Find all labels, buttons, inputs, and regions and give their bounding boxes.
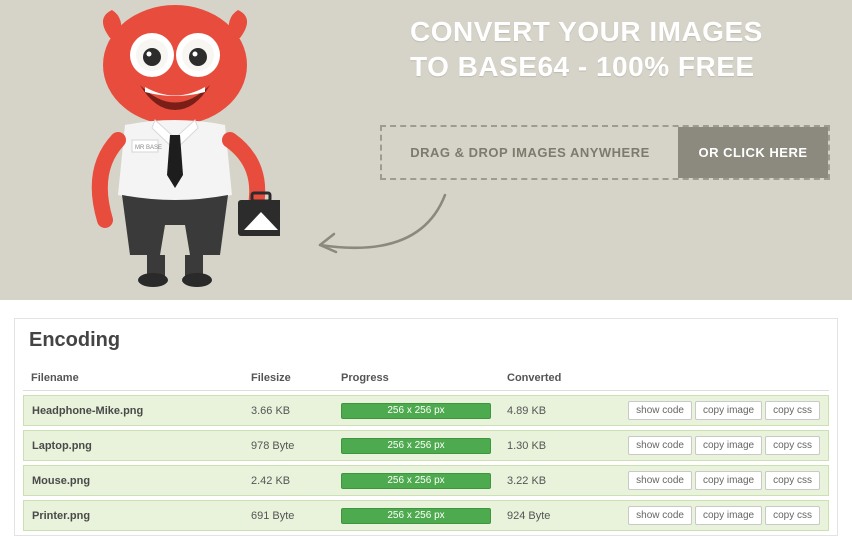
cell-filename: Mouse.png bbox=[23, 465, 243, 496]
show-code-button[interactable]: show code bbox=[628, 401, 692, 420]
copy-css-button[interactable]: copy css bbox=[765, 436, 820, 455]
dropzone-label: DRAG & DROP IMAGES ANYWHERE bbox=[382, 127, 678, 178]
dropzone[interactable]: DRAG & DROP IMAGES ANYWHERE OR CLICK HER… bbox=[380, 125, 830, 180]
panel-title: Encoding bbox=[15, 319, 837, 364]
copy-css-button[interactable]: copy css bbox=[765, 471, 820, 490]
header-filesize: Filesize bbox=[243, 368, 333, 391]
cell-filesize: 691 Byte bbox=[243, 500, 333, 531]
copy-image-button[interactable]: copy image bbox=[695, 401, 762, 420]
cell-progress: 256 x 256 px bbox=[333, 465, 499, 496]
cell-converted: 4.89 KB bbox=[499, 395, 599, 426]
copy-image-button[interactable]: copy image bbox=[695, 506, 762, 525]
table-header-row: Filename Filesize Progress Converted bbox=[23, 368, 829, 391]
show-code-button[interactable]: show code bbox=[628, 471, 692, 490]
encoding-table: Filename Filesize Progress Converted Hea… bbox=[23, 364, 829, 535]
show-code-button[interactable]: show code bbox=[628, 506, 692, 525]
cell-filename: Printer.png bbox=[23, 500, 243, 531]
cell-actions: show codecopy imagecopy css bbox=[599, 395, 829, 426]
mascot-illustration: MR BASE bbox=[70, 0, 280, 290]
hero-section: MR BASE CONVERT YOUR IMAGES TO BASE64 - … bbox=[0, 0, 852, 300]
show-code-button[interactable]: show code bbox=[628, 436, 692, 455]
cell-progress: 256 x 256 px bbox=[333, 395, 499, 426]
header-actions bbox=[599, 368, 829, 391]
cell-filesize: 978 Byte bbox=[243, 430, 333, 461]
cell-progress: 256 x 256 px bbox=[333, 500, 499, 531]
arrow-doodle-icon bbox=[300, 190, 450, 270]
cell-filesize: 3.66 KB bbox=[243, 395, 333, 426]
cell-actions: show codecopy imagecopy css bbox=[599, 465, 829, 496]
progress-bar: 256 x 256 px bbox=[341, 473, 491, 489]
dropzone-click-button[interactable]: OR CLICK HERE bbox=[678, 127, 828, 178]
progress-bar: 256 x 256 px bbox=[341, 508, 491, 524]
header-converted: Converted bbox=[499, 368, 599, 391]
table-row: Printer.png691 Byte256 x 256 px924 Bytes… bbox=[23, 500, 829, 531]
cell-converted: 1.30 KB bbox=[499, 430, 599, 461]
mascot-badge-text: MR BASE bbox=[135, 145, 162, 151]
cell-filename: Headphone-Mike.png bbox=[23, 395, 243, 426]
progress-bar: 256 x 256 px bbox=[341, 438, 491, 454]
header-filename: Filename bbox=[23, 368, 243, 391]
progress-bar: 256 x 256 px bbox=[341, 403, 491, 419]
table-row: Laptop.png978 Byte256 x 256 px1.30 KBsho… bbox=[23, 430, 829, 461]
encoding-panel: Encoding Filename Filesize Progress Conv… bbox=[14, 318, 838, 536]
headline-line2: TO BASE64 - 100% FREE bbox=[410, 49, 763, 84]
cell-converted: 924 Byte bbox=[499, 500, 599, 531]
table-row: Mouse.png2.42 KB256 x 256 px3.22 KBshow … bbox=[23, 465, 829, 496]
copy-image-button[interactable]: copy image bbox=[695, 471, 762, 490]
cell-converted: 3.22 KB bbox=[499, 465, 599, 496]
cell-filesize: 2.42 KB bbox=[243, 465, 333, 496]
cell-actions: show codecopy imagecopy css bbox=[599, 430, 829, 461]
cell-progress: 256 x 256 px bbox=[333, 430, 499, 461]
copy-image-button[interactable]: copy image bbox=[695, 436, 762, 455]
hero-headline: CONVERT YOUR IMAGES TO BASE64 - 100% FRE… bbox=[410, 14, 763, 84]
cell-actions: show codecopy imagecopy css bbox=[599, 500, 829, 531]
headline-line1: CONVERT YOUR IMAGES bbox=[410, 14, 763, 49]
copy-css-button[interactable]: copy css bbox=[765, 401, 820, 420]
table-row: Headphone-Mike.png3.66 KB 256 x 256 px 4.8… bbox=[23, 395, 829, 426]
copy-css-button[interactable]: copy css bbox=[765, 506, 820, 525]
cell-filename: Laptop.png bbox=[23, 430, 243, 461]
header-progress: Progress bbox=[333, 368, 499, 391]
